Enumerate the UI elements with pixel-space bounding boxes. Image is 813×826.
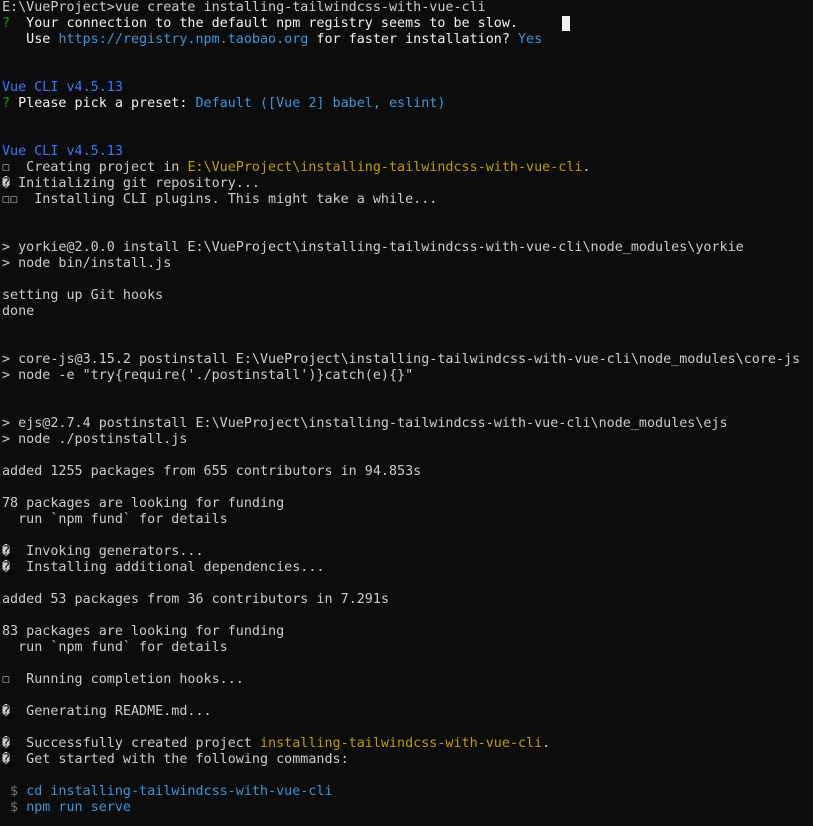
terminal-line: ☐ Creating project in E:\VueProject\inst… <box>0 160 813 176</box>
terminal-text-segment: run `npm fund` for details <box>2 640 228 655</box>
terminal-text-segment: > node ./postinstall.js <box>2 432 188 447</box>
terminal-text-segment: ? <box>2 96 11 111</box>
terminal-line: > node ./postinstall.js <box>0 432 813 448</box>
terminal-text-segment: ☐ Running completion hooks... <box>2 672 244 687</box>
terminal-line: 78 packages are looking for funding <box>0 496 813 512</box>
terminal-text-segment: � Initializing git repository... <box>2 176 260 191</box>
terminal-line: > node -e "try{require('./postinstall')}… <box>0 368 813 384</box>
terminal-line: > ejs@2.7.4 postinstall E:\VueProject\in… <box>0 416 813 432</box>
terminal-text-segment: added 1255 packages from 655 contributor… <box>2 464 422 479</box>
terminal-line: run `npm fund` for details <box>0 512 813 528</box>
terminal-line: E:\VueProject>vue create installing-tail… <box>0 0 813 16</box>
terminal-text-segment: Use <box>2 32 59 47</box>
terminal-text-segment: E:\VueProject\installing-tailwindcss-wit… <box>187 160 583 175</box>
terminal-line: Use https://registry.npm.taobao.org for … <box>0 32 813 48</box>
terminal-text-segment: npm run serve <box>26 800 131 815</box>
terminal-line: $ npm run serve <box>0 800 813 816</box>
terminal-text-segment: ☐ Creating project in <box>2 160 188 175</box>
terminal-line: > yorkie@2.0.0 install E:\VueProject\ins… <box>0 240 813 256</box>
terminal-line: � Get started with the following command… <box>0 752 813 768</box>
terminal-text-segment: � Installing additional dependencies... <box>2 560 325 575</box>
terminal-text-segment: � Invoking generators... <box>2 544 204 559</box>
terminal-text-segment: . <box>542 736 551 751</box>
terminal-line: ☐ Running completion hooks... <box>0 672 813 688</box>
terminal-text-segment: � Generating README.md... <box>2 704 212 719</box>
terminal-line: $ cd installing-tailwindcss-with-vue-cli <box>0 784 813 800</box>
terminal-text-segment: run `npm fund` for details <box>2 512 228 527</box>
terminal-text-segment: $ <box>2 784 27 799</box>
terminal-text-segment: � Successfully created project <box>2 736 260 751</box>
terminal-line: added 53 packages from 36 contributors i… <box>0 592 813 608</box>
terminal-text-segment: ☐☐ Installing CLI plugins. This might ta… <box>2 192 438 207</box>
terminal-line: ? Please pick a preset: Default ([Vue 2]… <box>0 96 813 112</box>
terminal-line: > core-js@3.15.2 postinstall E:\VueProje… <box>0 352 813 368</box>
terminal-text-segment: Your connection to the default npm regis… <box>10 16 518 31</box>
terminal-output: E:\VueProject>vue create installing-tail… <box>0 0 813 816</box>
terminal-text-segment: > node -e "try{require('./postinstall')}… <box>2 368 414 383</box>
terminal-text-segment: 83 packages are looking for funding <box>2 624 285 639</box>
terminal-line: > node bin/install.js <box>0 256 813 272</box>
terminal-text-segment: � Get started with the following command… <box>2 752 349 767</box>
terminal-line: � Installing additional dependencies... <box>0 560 813 576</box>
terminal-text-segment: . <box>582 160 591 175</box>
terminal-line: Vue CLI v4.5.13 <box>0 80 813 96</box>
terminal-text-segment: installing-tailwindcss-with-vue-cli <box>259 736 543 751</box>
terminal-text-segment: ? <box>2 16 11 31</box>
terminal-line: � Invoking generators... <box>0 544 813 560</box>
terminal-text-segment: for faster installation? <box>308 32 518 47</box>
text-cursor <box>562 16 570 31</box>
terminal-line: � Initializing git repository... <box>0 176 813 192</box>
terminal-text-segment: Please pick a preset: <box>10 96 196 111</box>
terminal-text-segment: Yes <box>517 32 543 47</box>
terminal-window[interactable]: E:\VueProject>vue create installing-tail… <box>0 0 813 826</box>
terminal-text-segment: > ejs@2.7.4 postinstall E:\VueProject\in… <box>2 416 728 431</box>
terminal-line: Vue CLI v4.5.13 <box>0 144 813 160</box>
terminal-text-segment: Default ([Vue 2] babel, eslint) <box>195 96 446 111</box>
terminal-line: 83 packages are looking for funding <box>0 624 813 640</box>
terminal-text-segment: Vue CLI v4.5.13 <box>2 144 123 159</box>
terminal-text-segment: done <box>2 304 35 319</box>
terminal-line: ? Your connection to the default npm reg… <box>0 16 813 32</box>
terminal-text-segment: 78 packages are looking for funding <box>2 496 285 511</box>
terminal-text-segment: cd installing-tailwindcss-with-vue-cli <box>26 784 333 799</box>
terminal-line: run `npm fund` for details <box>0 640 813 656</box>
terminal-line: � Generating README.md... <box>0 704 813 720</box>
terminal-line: � Successfully created project installin… <box>0 736 813 752</box>
terminal-text-segment: $ <box>2 800 27 815</box>
terminal-line: ☐☐ Installing CLI plugins. This might ta… <box>0 192 813 208</box>
terminal-text-segment: > core-js@3.15.2 postinstall E:\VueProje… <box>2 352 801 367</box>
terminal-text-segment: setting up Git hooks <box>2 288 164 303</box>
terminal-text-segment: > yorkie@2.0.0 install E:\VueProject\ins… <box>2 240 744 255</box>
terminal-line: added 1255 packages from 655 contributor… <box>0 464 813 480</box>
terminal-line: setting up Git hooks <box>0 288 813 304</box>
terminal-text-segment: E:\VueProject>vue create installing-tail… <box>2 0 486 15</box>
terminal-text-segment: https://registry.npm.taobao.org <box>58 32 309 47</box>
terminal-text-segment: > node bin/install.js <box>2 256 172 271</box>
terminal-text-segment: added 53 packages from 36 contributors i… <box>2 592 389 607</box>
terminal-text-segment: Vue CLI v4.5.13 <box>2 80 123 95</box>
terminal-line: done <box>0 304 813 320</box>
